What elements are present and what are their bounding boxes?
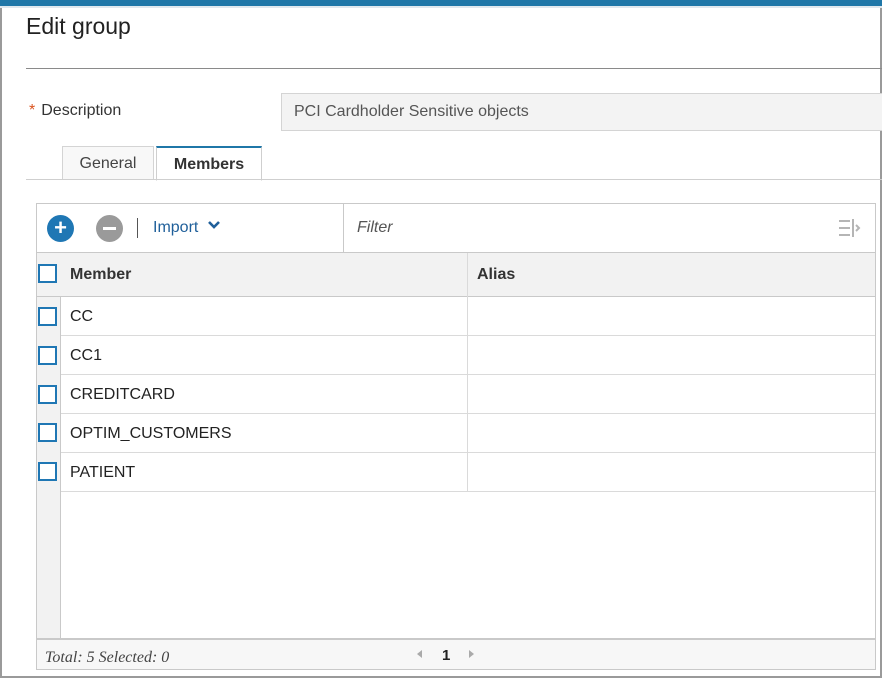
dialog-top-bar-shadow [0,6,882,8]
tabs-divider [26,179,882,180]
status-text: Total: 5 Selected: 0 [45,649,170,666]
table-row[interactable]: CREDITCARD [61,375,875,414]
tab-general[interactable]: General [62,146,154,180]
description-label: * Description [29,102,121,120]
row-checkbox[interactable] [38,307,57,326]
member-cell: OPTIM_CUSTOMERS [70,425,232,442]
toolbar-actions: + Import [37,204,344,253]
table-row[interactable]: PATIENT [61,453,875,492]
members-grid: + Import Filter Member Alias CC CC1 CRED… [36,203,876,670]
filter-settings-icon[interactable] [837,217,861,239]
required-marker: * [29,102,36,119]
column-header-alias[interactable]: Alias [477,266,515,284]
remove-member-button[interactable] [96,215,123,242]
table-header: Member Alias [37,253,875,297]
add-member-button[interactable]: + [47,215,74,242]
select-all-checkbox[interactable] [38,264,57,283]
import-button[interactable]: Import [153,219,198,237]
member-cell: CREDITCARD [70,386,175,403]
table-row[interactable]: CC1 [61,336,875,375]
grid-footer: Total: 5 Selected: 0 1 [37,638,875,669]
next-page-icon[interactable] [469,650,474,658]
member-cell: CC [70,308,94,325]
table-row[interactable]: CC [61,297,875,336]
description-field[interactable]: PCI Cardholder Sensitive objects [281,93,882,131]
filter-input[interactable]: Filter [357,219,393,237]
previous-page-icon[interactable] [417,650,422,658]
description-label-text: Description [41,102,122,119]
row-checkbox[interactable] [38,385,57,404]
table-row[interactable]: OPTIM_CUSTOMERS [61,414,875,453]
column-divider [467,253,468,491]
member-cell: CC1 [70,347,103,364]
page-number[interactable]: 1 [442,647,450,664]
row-checkbox[interactable] [38,423,57,442]
column-header-member[interactable]: Member [70,266,131,284]
plus-circle-icon: + [54,215,67,240]
tab-members[interactable]: Members [156,146,262,181]
chevron-down-icon[interactable] [207,218,221,232]
row-checkbox[interactable] [38,346,57,365]
member-cell: PATIENT [70,464,136,481]
title-divider [26,68,882,69]
toolbar-separator [137,218,138,238]
row-checkbox[interactable] [38,462,57,481]
page-title: Edit group [26,13,131,39]
grid-toolbar: + Import Filter [37,204,875,253]
filter-box[interactable]: Filter [345,204,875,253]
